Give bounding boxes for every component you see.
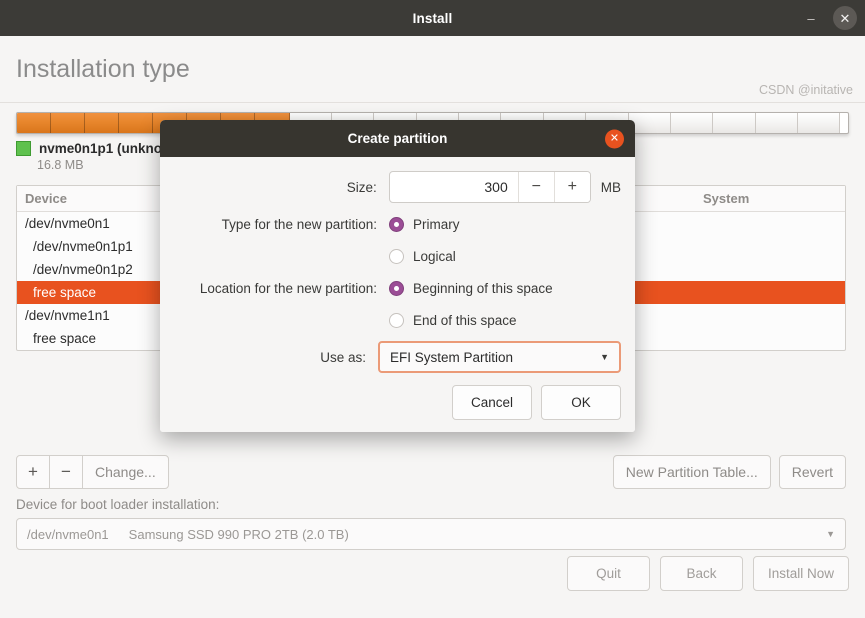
- remove-partition-button[interactable]: −: [49, 455, 83, 489]
- size-input[interactable]: 300: [390, 172, 518, 202]
- window-title: Install: [412, 10, 453, 26]
- column-header-system[interactable]: System: [695, 191, 835, 206]
- bootloader-device-name: /dev/nvme0n1: [27, 526, 109, 542]
- location-row-end: End of this space: [174, 309, 621, 331]
- location-row-beginning: Location for the new partition: Beginnin…: [174, 277, 621, 299]
- wizard-nav-buttons: Quit Back Install Now: [566, 556, 849, 591]
- use-as-row: Use as: EFI System Partition ▼: [174, 341, 621, 373]
- partition-toolbar: + − Change... New Partition Table... Rev…: [16, 455, 846, 489]
- use-as-field: EFI System Partition ▼: [378, 341, 621, 373]
- window-controls: – ✕: [799, 0, 857, 36]
- cell-device: /dev/nvme0n1p2: [33, 262, 133, 277]
- use-as-label: Use as:: [320, 349, 366, 365]
- dialog-body: Size: 300 − + MB Type for the new partit…: [160, 157, 635, 432]
- radio-logical[interactable]: [389, 248, 404, 264]
- close-icon[interactable]: ✕: [833, 6, 857, 30]
- partition-toolbar-left: + − Change...: [16, 455, 169, 489]
- column-header-device[interactable]: Device: [17, 191, 165, 206]
- type-option-logical[interactable]: Logical: [389, 245, 456, 267]
- change-partition-button[interactable]: Change...: [82, 455, 169, 489]
- chevron-down-icon: ▼: [826, 529, 835, 539]
- back-button[interactable]: Back: [659, 556, 743, 591]
- page-header: Installation type: [0, 36, 865, 103]
- chevron-down-icon: ▼: [600, 352, 609, 362]
- minimize-icon[interactable]: –: [799, 6, 823, 30]
- location-option-beginning[interactable]: Beginning of this space: [389, 277, 553, 299]
- location-option-end[interactable]: End of this space: [389, 309, 517, 331]
- dialog-title: Create partition: [347, 131, 448, 146]
- cell-device: free space: [33, 331, 97, 346]
- cell-device: /dev/nvme0n1p1: [33, 239, 133, 254]
- type-label: Type for the new partition:: [221, 216, 377, 232]
- install-now-button[interactable]: Install Now: [752, 556, 849, 591]
- window-titlebar: Install – ✕: [0, 0, 865, 36]
- type-option-primary[interactable]: Primary: [389, 213, 460, 235]
- dialog-titlebar: Create partition ✕: [160, 120, 635, 157]
- radio-logical-label: Logical: [413, 248, 456, 264]
- type-row-logical: Logical: [174, 245, 621, 267]
- use-as-value: EFI System Partition: [390, 349, 514, 365]
- radio-primary[interactable]: [389, 216, 404, 232]
- size-row: Size: 300 − + MB: [174, 171, 621, 203]
- location-label: Location for the new partition:: [199, 280, 377, 296]
- radio-end-of-space[interactable]: [389, 312, 404, 328]
- bootloader-device-description: Samsung SSD 990 PRO 2TB (2.0 TB): [128, 526, 349, 542]
- legend-color-swatch: [16, 141, 31, 156]
- size-decrement-button[interactable]: −: [517, 172, 554, 202]
- partition-toolbar-right: New Partition Table... Revert: [612, 455, 846, 489]
- size-field: 300 − + MB: [388, 171, 621, 203]
- bootloader-device-select[interactable]: /dev/nvme0n1 Samsung SSD 990 PRO 2TB (2.…: [16, 518, 846, 550]
- bootloader-label: Device for boot loader installation:: [16, 497, 220, 512]
- radio-beginning-of-space-label: Beginning of this space: [413, 280, 553, 296]
- size-unit-label: MB: [600, 179, 621, 195]
- size-increment-button[interactable]: +: [553, 172, 590, 202]
- radio-primary-label: Primary: [413, 216, 460, 232]
- revert-button[interactable]: Revert: [778, 455, 846, 489]
- cancel-button[interactable]: Cancel: [452, 385, 532, 420]
- radio-end-of-space-label: End of this space: [413, 312, 517, 328]
- create-partition-dialog: Create partition ✕ Size: 300 − + MB Type…: [160, 120, 635, 432]
- ok-button[interactable]: OK: [541, 385, 621, 420]
- radio-beginning-of-space[interactable]: [389, 280, 404, 296]
- dialog-actions: Cancel OK: [174, 385, 621, 420]
- use-as-select[interactable]: EFI System Partition ▼: [378, 341, 621, 373]
- new-partition-table-button[interactable]: New Partition Table...: [612, 455, 771, 489]
- page-title: Installation type: [16, 54, 190, 83]
- watermark: CSDN @initative: [759, 83, 853, 97]
- quit-button[interactable]: Quit: [566, 556, 650, 591]
- size-label: Size:: [346, 179, 377, 195]
- type-row-primary: Type for the new partition: Primary: [174, 213, 621, 235]
- add-partition-button[interactable]: +: [16, 455, 50, 489]
- cell-device: /dev/nvme0n1: [25, 216, 110, 231]
- size-spinner[interactable]: 300 − +: [388, 171, 591, 203]
- cell-device: /dev/nvme1n1: [25, 308, 110, 323]
- close-icon[interactable]: ✕: [605, 129, 624, 148]
- install-window: Install – ✕ Installation type nvme0n1p1 …: [0, 0, 865, 618]
- cell-device: free space: [33, 285, 97, 300]
